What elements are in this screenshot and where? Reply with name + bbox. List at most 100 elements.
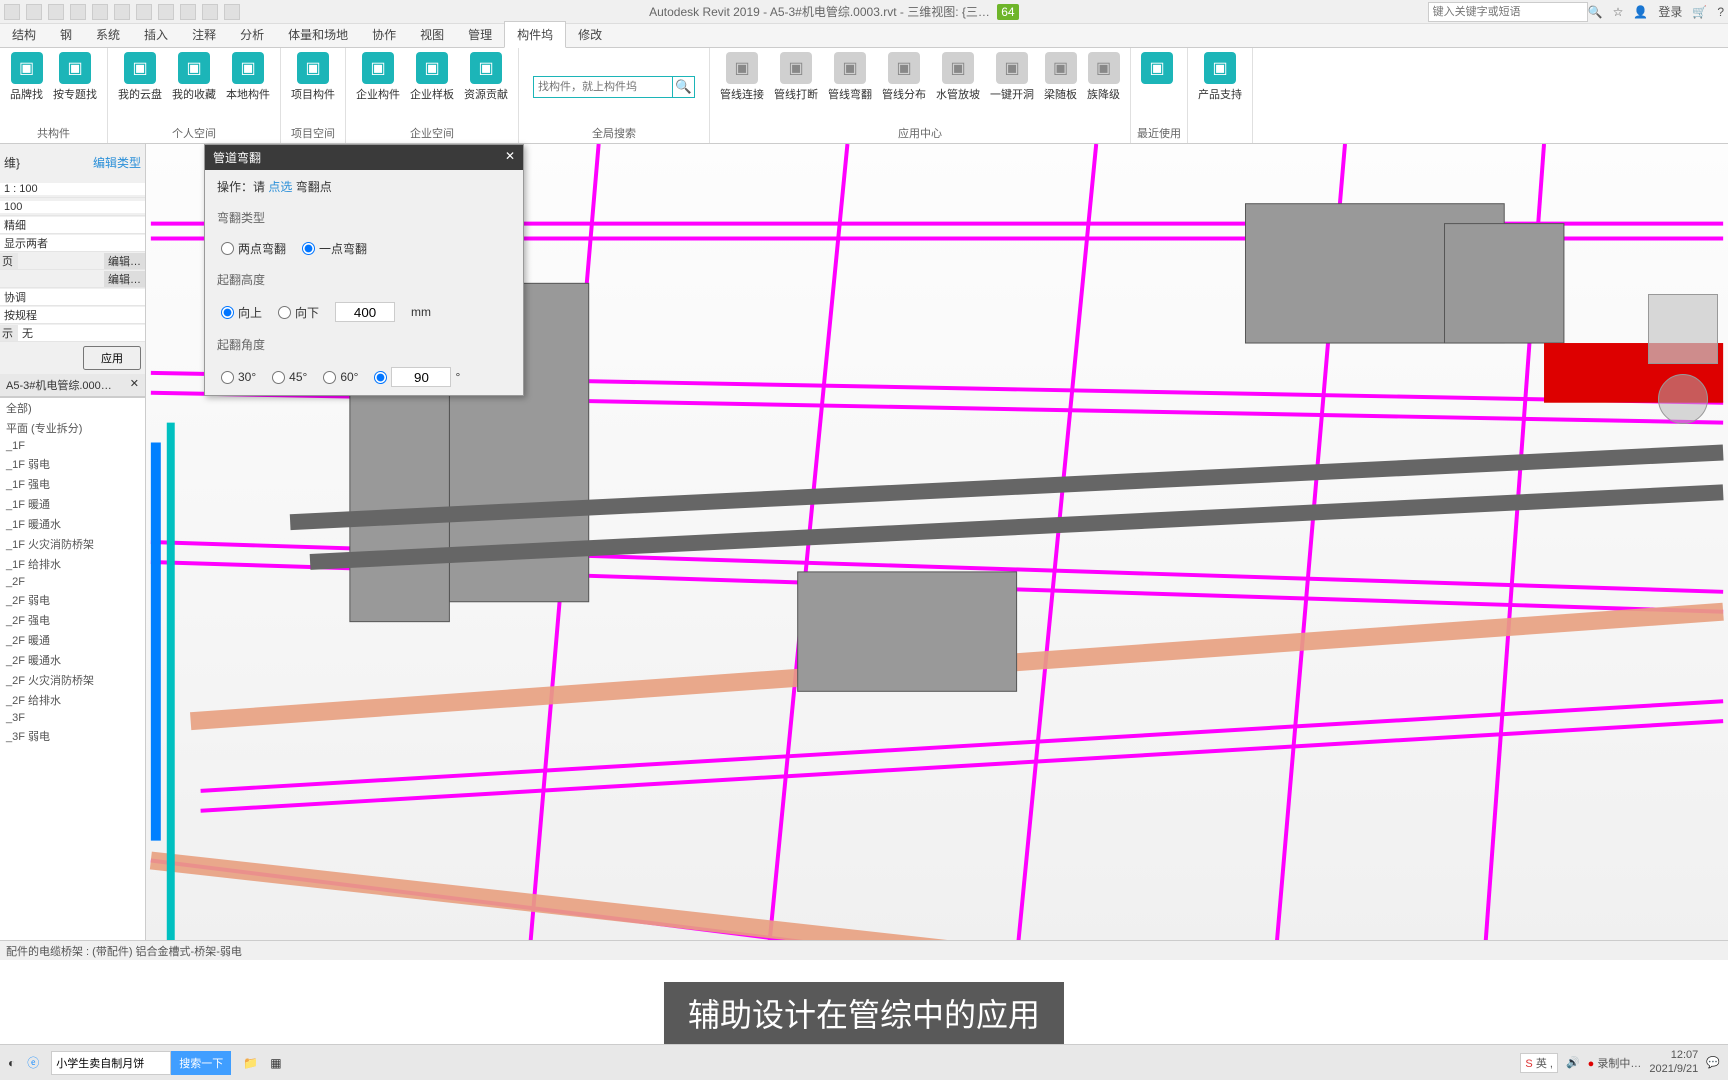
ribbon-button[interactable]: ▣管线弯翻 [824, 50, 876, 123]
menu-tab[interactable]: 视图 [408, 22, 456, 47]
browser-item[interactable]: _2F 强电 [0, 610, 145, 630]
menu-tab[interactable]: 系统 [84, 22, 132, 47]
property-row[interactable]: 示无 [0, 324, 145, 342]
browser-item[interactable]: _1F 暖通 [0, 494, 145, 514]
ribbon-button[interactable]: ▣梁随板 [1040, 50, 1081, 123]
property-row[interactable]: 1 : 100 [0, 180, 145, 198]
height-input[interactable] [335, 302, 395, 322]
edit-button[interactable]: 编辑… [104, 271, 145, 287]
title-search-input[interactable] [1428, 2, 1588, 22]
taskbar-search-button[interactable]: 搜索一下 [171, 1051, 231, 1075]
search-icon[interactable]: 🔍 [673, 76, 695, 98]
browser-item[interactable]: _3F [0, 710, 145, 726]
radio-option[interactable]: 一点弯翻 [302, 240, 367, 257]
menu-tab[interactable]: 注释 [180, 22, 228, 47]
ribbon-button[interactable]: ▣产品支持 [1194, 50, 1246, 139]
project-browser-tab[interactable]: A5-3#机电管综.000…✕ [0, 374, 145, 397]
browser-item[interactable]: _2F 火灾消防桥架 [0, 670, 145, 690]
radio-option[interactable]: 两点弯翻 [221, 240, 286, 257]
ribbon-button[interactable]: ▣企业样板 [406, 50, 458, 123]
ribbon-button[interactable]: ▣资源贡献 [460, 50, 512, 123]
ribbon-button[interactable]: ▣按专题找 [49, 50, 101, 123]
qat-open-icon[interactable] [4, 4, 20, 20]
app-icon[interactable]: ▦ [270, 1056, 281, 1070]
browser-item[interactable]: 全部) [0, 398, 145, 418]
browser-item[interactable]: _1F 暖通水 [0, 514, 145, 534]
menu-tab[interactable]: 构件坞 [504, 21, 566, 48]
view-cube[interactable] [1648, 294, 1718, 364]
browser-item[interactable]: _2F 暖通水 [0, 650, 145, 670]
cart-icon[interactable]: 🛒 [1692, 5, 1707, 19]
browser-item[interactable]: 平面 (专业拆分) [0, 418, 145, 438]
ribbon-button[interactable]: ▣管线打断 [770, 50, 822, 123]
radio-option[interactable]: 向上 [221, 304, 262, 321]
radio-option[interactable]: 向下 [278, 304, 319, 321]
edit-button[interactable]: 编辑… [104, 253, 145, 269]
browser-item[interactable]: _2F 弱电 [0, 590, 145, 610]
menu-tab[interactable]: 修改 [566, 22, 614, 47]
ribbon-button[interactable]: ▣管线分布 [878, 50, 930, 123]
browser-item[interactable]: _3F 弱电 [0, 726, 145, 746]
property-row[interactable]: 显示两者 [0, 234, 145, 252]
component-search-input[interactable] [533, 76, 673, 98]
qat-undo-icon[interactable] [48, 4, 64, 20]
ribbon-button[interactable]: ▣项目构件 [287, 50, 339, 123]
angle-input[interactable] [391, 367, 451, 387]
star-icon[interactable]: ☆ [1613, 5, 1624, 19]
ribbon-button[interactable]: ▣我的收藏 [168, 50, 220, 123]
browser-item[interactable]: _2F 给排水 [0, 690, 145, 710]
browser-icon[interactable]: ⓔ [27, 1054, 39, 1071]
property-row[interactable]: 编辑… [0, 270, 145, 288]
browser-item[interactable]: _2F [0, 574, 145, 590]
menu-tab[interactable]: 管理 [456, 22, 504, 47]
ribbon-button[interactable]: ▣我的云盘 [114, 50, 166, 123]
clock[interactable]: 12:072021/9/21 [1649, 1049, 1698, 1075]
menu-tab[interactable]: 结构 [0, 22, 48, 47]
radio-option[interactable]: ° [374, 367, 460, 387]
recording-indicator[interactable]: ● 录制中… [1588, 1055, 1642, 1071]
tray-icon[interactable]: 🔊 [1566, 1056, 1580, 1069]
menu-tab[interactable]: 协作 [360, 22, 408, 47]
qat-section-icon[interactable] [158, 4, 174, 20]
ribbon-button[interactable]: ▣管线连接 [716, 50, 768, 123]
folder-icon[interactable]: 📁 [243, 1056, 258, 1070]
browser-item[interactable]: _1F [0, 438, 145, 454]
nav-wheel[interactable] [1658, 374, 1708, 424]
select-point-link[interactable]: 点选 [268, 180, 292, 194]
menu-tab[interactable]: 分析 [228, 22, 276, 47]
qat-redo-icon[interactable] [70, 4, 86, 20]
ribbon-button[interactable]: ▣族降级 [1083, 50, 1124, 123]
menu-tab[interactable]: 钢 [48, 22, 84, 47]
close-icon[interactable]: ✕ [130, 377, 139, 393]
property-row[interactable]: 精细 [0, 216, 145, 234]
browser-item[interactable]: _1F 弱电 [0, 454, 145, 474]
taskbar-search-input[interactable] [51, 1051, 171, 1075]
ribbon-button[interactable]: ▣一键开洞 [986, 50, 1038, 123]
browser-item[interactable]: _2F 暖通 [0, 630, 145, 650]
menu-tab[interactable]: 插入 [132, 22, 180, 47]
radio-option[interactable]: 30° [221, 370, 256, 384]
qat-measure-icon[interactable] [114, 4, 130, 20]
apply-button[interactable]: 应用 [83, 346, 141, 370]
ribbon-button[interactable]: ▣品牌找 [6, 50, 47, 123]
qat-print-icon[interactable] [92, 4, 108, 20]
qat-align-icon[interactable] [136, 4, 152, 20]
project-browser[interactable]: 全部)平面 (专业拆分)_1F_1F 弱电_1F 强电_1F 暖通_1F 暖通水… [0, 397, 145, 960]
ribbon-button[interactable]: ▣企业构件 [352, 50, 404, 123]
property-row[interactable]: 按规程 [0, 306, 145, 324]
radio-option[interactable]: 60° [323, 370, 358, 384]
qat-settings-icon[interactable] [202, 4, 218, 20]
edit-type-button[interactable]: 编辑类型 [93, 154, 141, 171]
qat-switch-icon[interactable] [224, 4, 240, 20]
panel-title-bar[interactable]: 管道弯翻✕ [205, 145, 523, 170]
radio-option[interactable]: 45° [272, 370, 307, 384]
close-icon[interactable]: ✕ [505, 149, 515, 166]
ribbon-button[interactable]: ▣水管放坡 [932, 50, 984, 123]
infocenter-icon[interactable]: 🔍 [1588, 5, 1603, 19]
property-row[interactable]: 100 [0, 198, 145, 216]
ribbon-button[interactable]: ▣本地构件 [222, 50, 274, 123]
login-link[interactable]: 登录 [1658, 3, 1682, 20]
browser-item[interactable]: _1F 强电 [0, 474, 145, 494]
user-icon[interactable]: 👤 [1633, 5, 1648, 19]
browser-item[interactable]: _1F 给排水 [0, 554, 145, 574]
